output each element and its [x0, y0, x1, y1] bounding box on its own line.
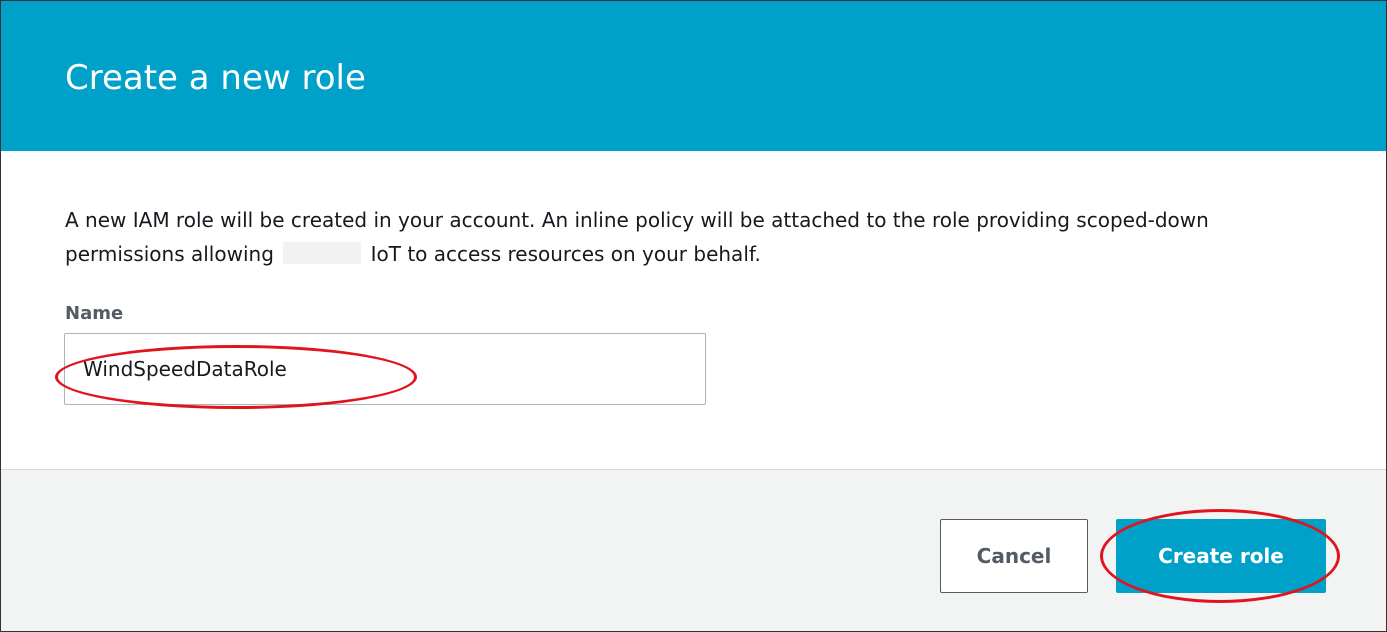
create-role-button[interactable]: Create role [1116, 519, 1326, 593]
dialog-description: A new IAM role will be created in your a… [65, 203, 1285, 271]
role-name-input[interactable] [64, 333, 706, 405]
dialog-footer: Cancel Create role [1, 469, 1386, 631]
dialog-header: Create a new role [1, 1, 1386, 151]
name-label: Name [65, 303, 124, 324]
dialog-title: Create a new role [65, 58, 366, 98]
dialog-body: A new IAM role will be created in your a… [1, 151, 1386, 469]
create-role-dialog: Create a new role A new IAM role will be… [0, 0, 1387, 632]
redacted-text [283, 242, 362, 264]
description-text-end: IoT to access resources on your behalf. [370, 242, 761, 266]
cancel-button[interactable]: Cancel [940, 519, 1088, 593]
